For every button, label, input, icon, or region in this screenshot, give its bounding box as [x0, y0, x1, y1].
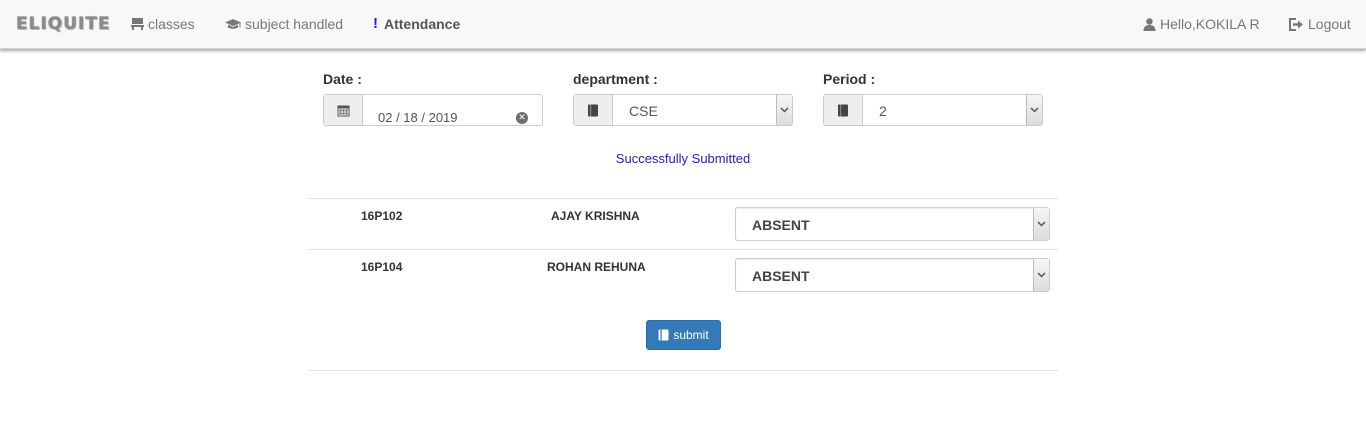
logout-link[interactable]: Logout: [1289, 16, 1351, 32]
desk-icon: [131, 18, 144, 30]
roll-number: 16P102: [361, 209, 403, 223]
nav-subject-label: subject handled: [245, 16, 344, 32]
date-addon: [324, 95, 363, 125]
calendar-icon: [337, 105, 349, 116]
table-divider-bottom: [308, 370, 1058, 371]
department-value: CSE: [629, 103, 658, 119]
date-value: 02 / 18 / 2019: [378, 110, 458, 125]
period-addon: [824, 95, 863, 125]
nav-subject-handled[interactable]: subject handled: [225, 16, 343, 32]
book-icon: [588, 104, 598, 116]
attendance-value: ABSENT: [752, 268, 810, 284]
roll-number: 16P104: [361, 260, 403, 274]
attendance-dropdown-arrow[interactable]: [1033, 208, 1049, 240]
department-addon: [574, 95, 613, 125]
chevron-down-icon: [1037, 221, 1046, 227]
nav-classes-label: classes: [148, 16, 195, 32]
attendance-select[interactable]: ABSENT: [735, 258, 1050, 292]
nav-attendance[interactable]: ! Attendance: [373, 16, 460, 32]
date-input-group[interactable]: 02 / 18 / 2019 ✕: [323, 94, 543, 126]
top-navbar: ELIQUITE classes subject handled ! Atten…: [0, 0, 1366, 49]
graduation-cap-icon: [225, 19, 241, 29]
student-name: ROHAN REHUNA: [547, 260, 646, 274]
department-dropdown-arrow[interactable]: [776, 95, 792, 125]
chevron-down-icon: [780, 107, 789, 113]
chevron-down-icon: [1037, 272, 1046, 278]
book-icon: [838, 104, 848, 116]
period-value: 2: [879, 103, 887, 119]
user-greeting[interactable]: Hello,KOKILA R: [1143, 16, 1260, 32]
submit-button[interactable]: submit: [646, 320, 721, 350]
attendance-select[interactable]: ABSENT: [735, 207, 1050, 241]
logout-icon: [1289, 17, 1303, 31]
book-icon: [658, 329, 669, 341]
department-select[interactable]: CSE: [573, 94, 793, 126]
period-select[interactable]: 2: [823, 94, 1043, 126]
status-message: Successfully Submitted: [615, 151, 751, 166]
table-divider-top: [308, 198, 1058, 199]
department-label: department :: [573, 71, 658, 87]
submit-label: submit: [673, 328, 709, 342]
user-greeting-label: Hello,KOKILA R: [1160, 16, 1260, 32]
user-icon: [1143, 17, 1156, 31]
nav-classes[interactable]: classes: [131, 16, 195, 32]
date-label: Date :: [323, 71, 362, 87]
period-label: Period :: [823, 71, 876, 87]
period-dropdown-arrow[interactable]: [1026, 95, 1042, 125]
chevron-down-icon: [1030, 107, 1039, 113]
brand-logo[interactable]: ELIQUITE: [16, 14, 111, 34]
logout-label: Logout: [1308, 16, 1351, 32]
attendance-value: ABSENT: [752, 217, 810, 233]
clear-date-icon[interactable]: ✕: [516, 112, 528, 124]
student-name: AJAY KRISHNA: [551, 209, 640, 223]
table-row-divider: [308, 249, 1058, 250]
exclamation-icon: !: [373, 15, 378, 32]
nav-attendance-label: Attendance: [384, 16, 461, 32]
attendance-dropdown-arrow[interactable]: [1033, 259, 1049, 291]
